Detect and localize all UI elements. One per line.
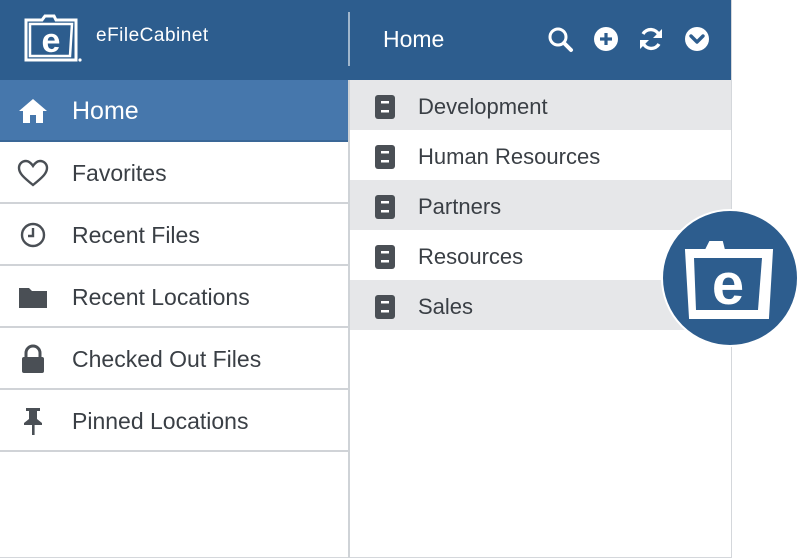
efilecabinet-logo-icon: e	[20, 10, 84, 66]
app-window: e eFileCabinet Home Home Favorites Recen…	[0, 0, 732, 558]
list-item[interactable]: Development	[350, 80, 731, 130]
folder-icon	[17, 282, 49, 312]
efilecabinet-badge-icon: e	[660, 208, 800, 348]
refresh-icon[interactable]	[637, 25, 665, 53]
cabinet-icon	[375, 295, 395, 319]
header-bar: e eFileCabinet Home	[0, 0, 731, 80]
sidebar-item-recent-locations[interactable]: Recent Locations	[0, 266, 348, 328]
sidebar-item-pinned-locations[interactable]: Pinned Locations	[0, 390, 348, 452]
sidebar-item-label: Checked Out Files	[72, 346, 262, 372]
svg-text:e: e	[712, 252, 744, 317]
sidebar-item-label: Pinned Locations	[72, 408, 249, 434]
list-item-label: Human Resources	[418, 144, 601, 169]
heart-icon	[17, 158, 49, 188]
sidebar-item-home[interactable]: Home	[0, 80, 348, 142]
sidebar-item-label: Favorites	[72, 160, 167, 186]
sidebar-item-label: Recent Files	[72, 222, 200, 248]
clock-icon	[17, 220, 49, 250]
list-item[interactable]: Human Resources	[350, 130, 731, 180]
cabinet-icon	[375, 145, 395, 169]
home-icon	[17, 96, 49, 126]
page-title: Home	[383, 26, 445, 52]
cabinet-icon	[375, 245, 395, 269]
sidebar-item-favorites[interactable]: Favorites	[0, 142, 348, 204]
brand-name: eFileCabinet	[96, 25, 209, 46]
cabinet-icon	[375, 195, 395, 219]
cabinet-icon	[375, 95, 395, 119]
plus-circle-icon[interactable]	[592, 25, 620, 53]
sidebar-item-checked-out-files[interactable]: Checked Out Files	[0, 328, 348, 390]
lock-icon	[17, 344, 49, 374]
sidebar-item-label: Recent Locations	[72, 284, 250, 310]
list-item-label: Development	[418, 94, 548, 119]
chevron-down-circle-icon[interactable]	[683, 25, 711, 53]
list-item-label: Resources	[418, 244, 524, 269]
svg-text:e: e	[42, 22, 61, 60]
list-item-label: Sales	[418, 294, 474, 319]
pin-icon	[17, 406, 49, 436]
search-icon[interactable]	[546, 25, 574, 53]
sidebar-item-recent-files[interactable]: Recent Files	[0, 204, 348, 266]
sidebar-item-label: Home	[72, 97, 139, 125]
header-divider	[348, 12, 350, 66]
list-item-label: Partners	[418, 194, 502, 219]
sidebar: Home Favorites Recent Files Recent Locat…	[0, 80, 348, 558]
